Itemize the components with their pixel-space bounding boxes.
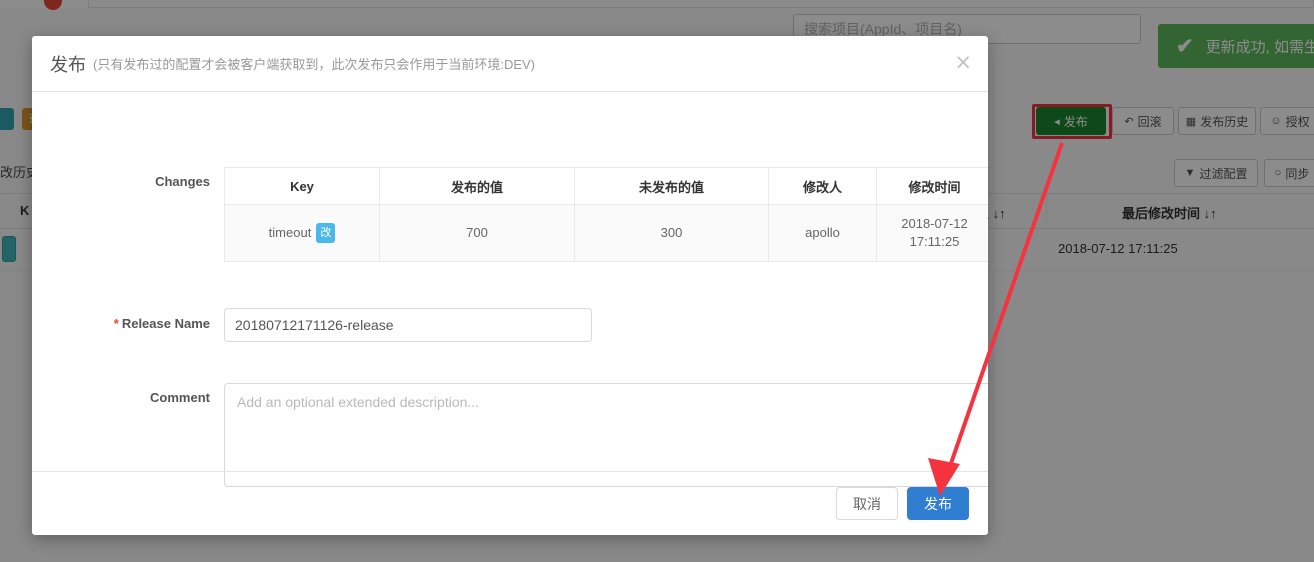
th-unreleased-value: 未发布的值 <box>574 167 769 205</box>
th-modified-time: 修改时间 <box>876 167 988 205</box>
comment-label: Comment <box>150 390 210 405</box>
th-modified-by: 修改人 <box>768 167 877 205</box>
release-name-input[interactable] <box>224 308 592 342</box>
close-icon[interactable]: × <box>954 52 972 73</box>
modified-badge: 改 <box>316 223 336 243</box>
required-marker: * <box>113 316 119 331</box>
modal-footer: 取消 发布 <box>32 471 988 535</box>
release-name-label-text: Release Name <box>121 316 210 331</box>
cell-modified-by: apollo <box>768 204 877 262</box>
th-key: Key <box>224 167 380 205</box>
release-modal: 发布 (只有发布过的配置才会被客户端获取到，此次发布只会作用于当前环境:DEV)… <box>32 36 988 535</box>
changes-label: Changes <box>155 174 210 189</box>
cancel-button[interactable]: 取消 <box>836 487 898 520</box>
modal-header: 发布 (只有发布过的配置才会被客户端获取到，此次发布只会作用于当前环境:DEV)… <box>32 36 988 92</box>
cell-key-text: timeout <box>268 225 312 240</box>
changes-table-header-row: Key 发布的值 未发布的值 修改人 修改时间 <box>224 167 988 205</box>
cell-unreleased-value: 300 <box>574 204 769 262</box>
cell-modified-time: 2018-07-12 17:11:25 <box>876 204 988 262</box>
release-name-label: * Release Name <box>92 316 210 331</box>
modal-body: Changes Key 发布的值 未发布的值 修改人 修改时间 timeout 改… <box>32 92 988 487</box>
th-released-value: 发布的值 <box>379 167 575 205</box>
cell-released-value: 700 <box>379 204 575 262</box>
modal-title: 发布 <box>50 54 86 75</box>
changes-table: Key 发布的值 未发布的值 修改人 修改时间 timeout 改 700 300… <box>224 167 988 262</box>
submit-release-button[interactable]: 发布 <box>907 487 969 520</box>
modal-subtitle: (只有发布过的配置才会被客户端获取到，此次发布只会作用于当前环境:DEV) <box>93 57 536 72</box>
cell-key: timeout 改 <box>224 204 380 262</box>
changes-table-row: timeout 改 700 300 apollo 2018-07-12 17:11… <box>224 204 988 262</box>
